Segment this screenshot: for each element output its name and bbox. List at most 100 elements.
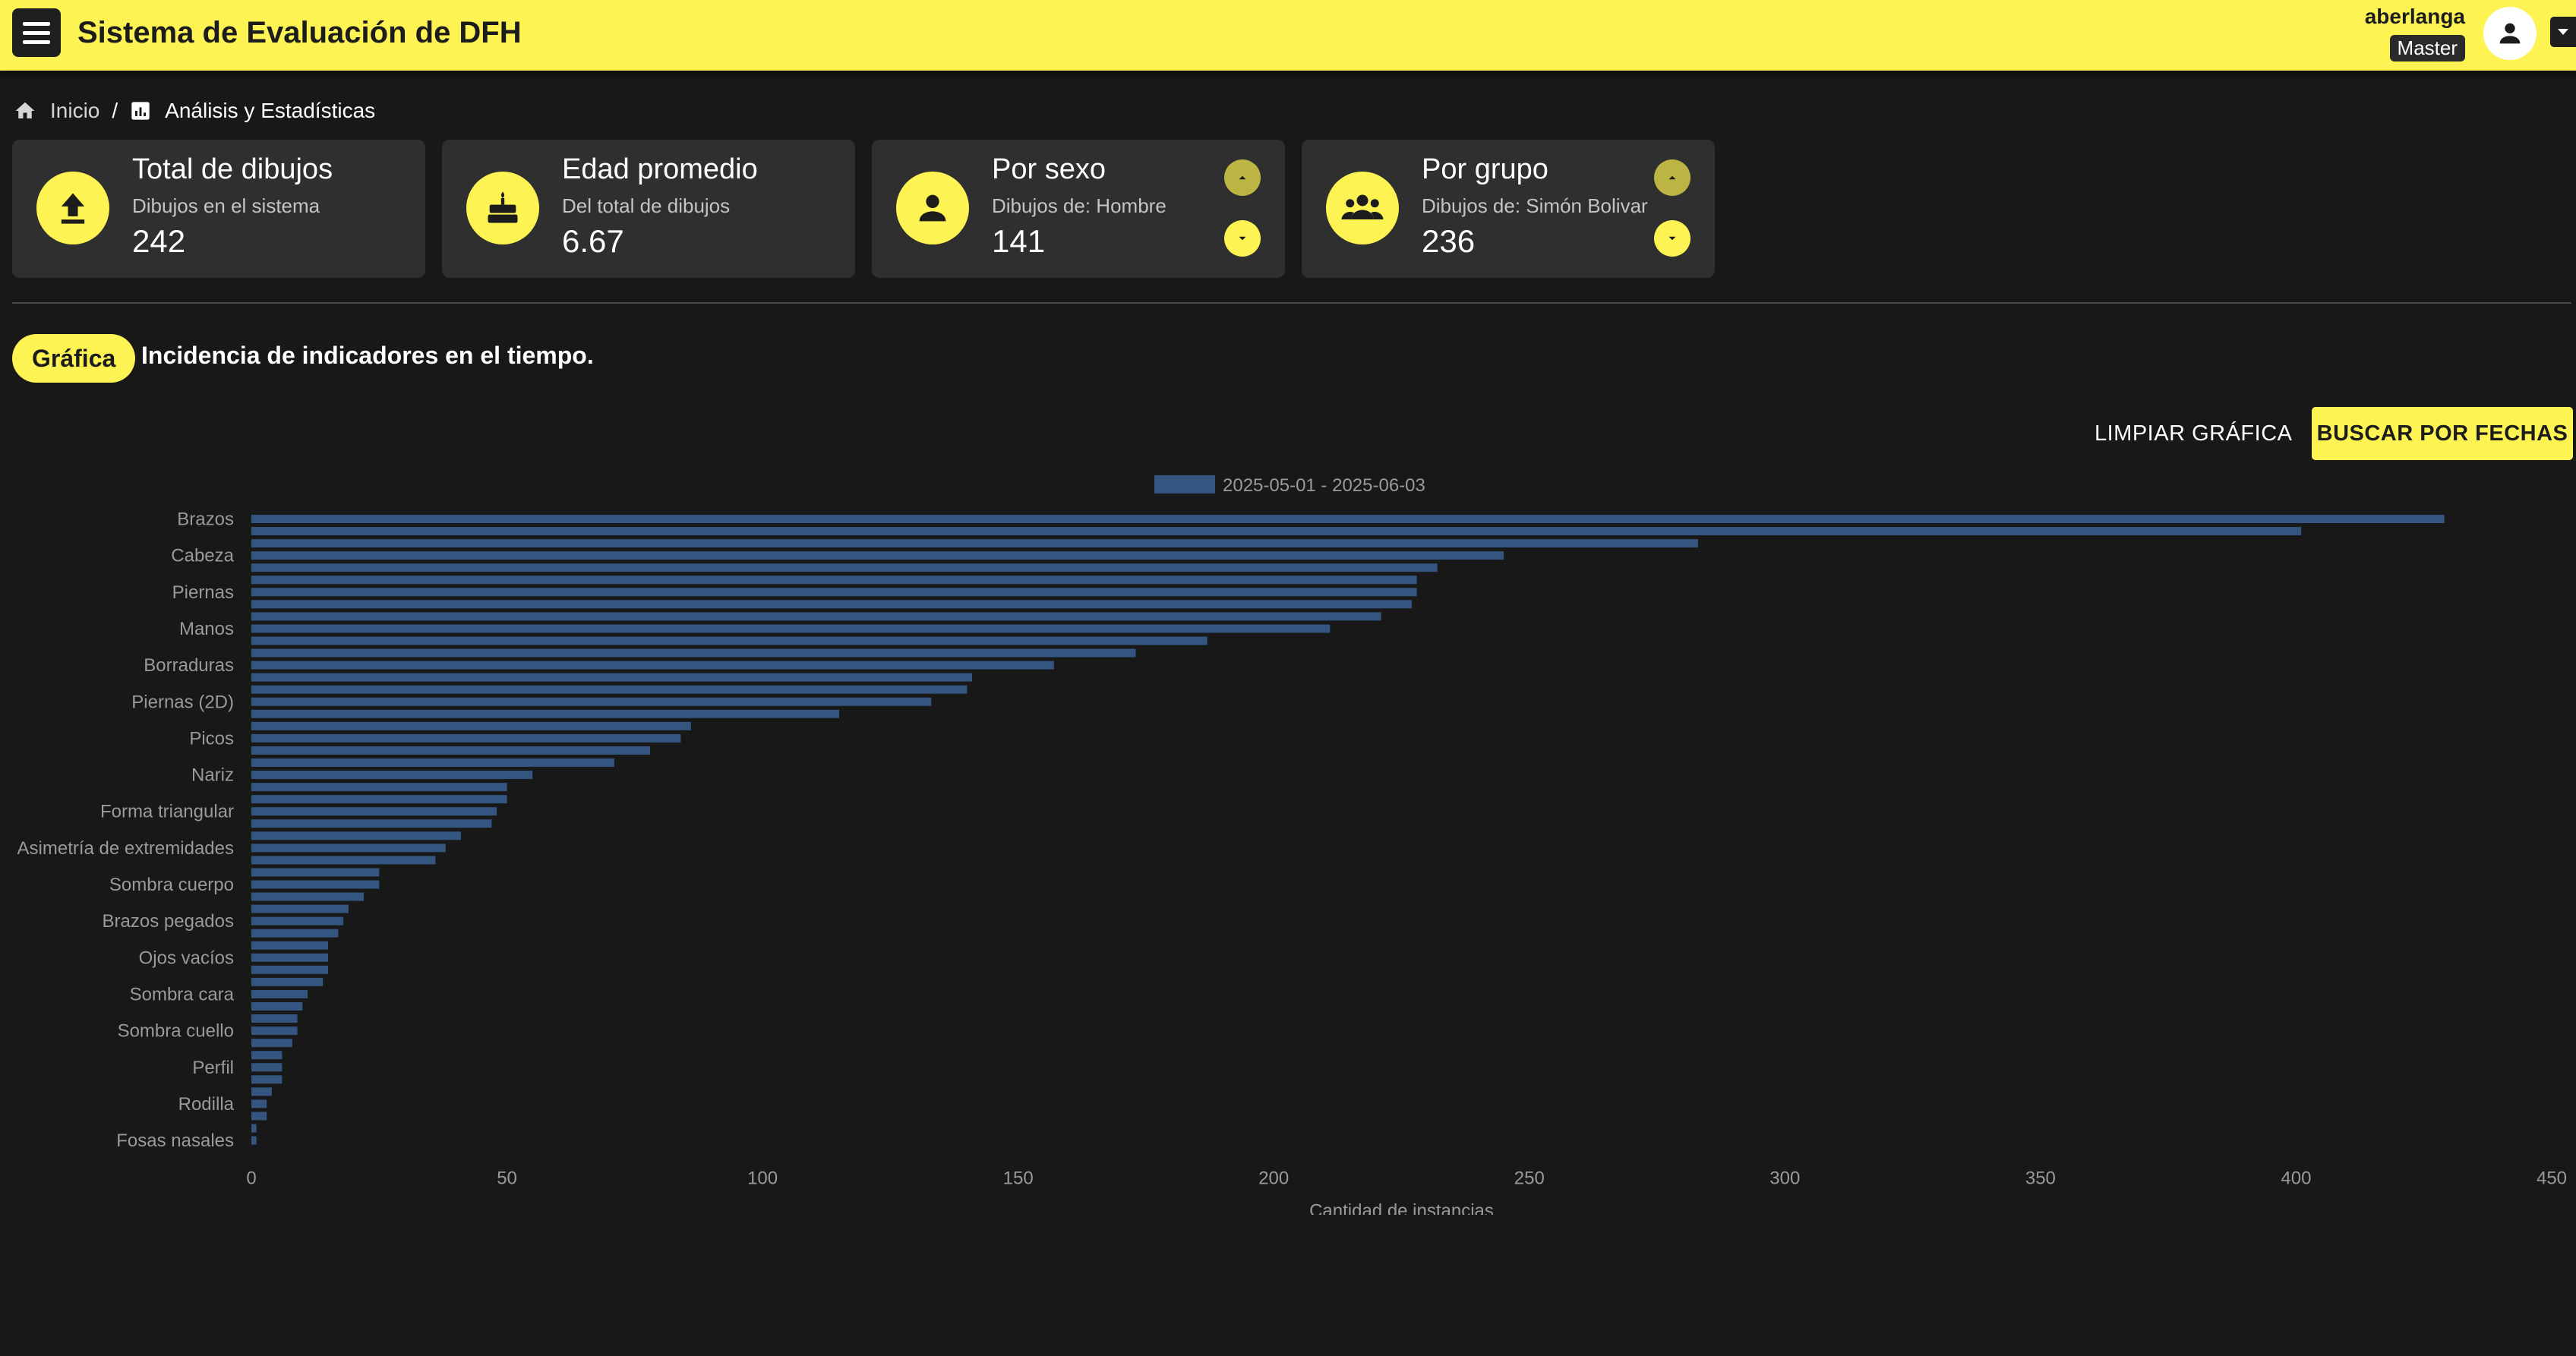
bar[interactable] <box>251 1039 292 1048</box>
bar[interactable] <box>251 1087 272 1096</box>
x-tick-label: 300 <box>1769 1168 1800 1189</box>
bar[interactable] <box>251 977 324 986</box>
bar[interactable] <box>251 624 1331 633</box>
bar[interactable] <box>251 758 614 767</box>
bar[interactable] <box>251 600 1412 609</box>
card-title: Total de dibujos <box>132 153 333 185</box>
card-subtitle: Del total de dibujos <box>562 194 731 217</box>
card-title: Edad promedio <box>562 153 758 185</box>
bar[interactable] <box>251 1112 267 1121</box>
x-tick-label: 400 <box>2281 1168 2311 1189</box>
account-menu-toggle[interactable] <box>2550 17 2576 47</box>
bar[interactable] <box>251 807 497 816</box>
bar[interactable] <box>251 795 507 804</box>
next-group-button[interactable] <box>1654 220 1690 257</box>
bar[interactable] <box>251 721 691 730</box>
bar[interactable] <box>251 953 328 962</box>
bar[interactable] <box>251 1124 257 1133</box>
bar[interactable] <box>251 746 651 755</box>
x-tick-label: 350 <box>2025 1168 2056 1189</box>
legend-swatch <box>1154 475 1215 494</box>
y-tick-label: Sombra cara <box>130 984 235 1004</box>
bar[interactable] <box>251 685 968 694</box>
card-title: Por sexo <box>992 153 1106 185</box>
y-tick-label: Cabeza <box>171 546 234 566</box>
bar[interactable] <box>251 709 840 718</box>
bar[interactable] <box>251 1051 283 1060</box>
bar[interactable] <box>251 989 308 998</box>
chevron-up-icon <box>1668 175 1676 180</box>
chart-chip: Gráfica <box>12 334 136 383</box>
x-axis-label: Cantidad de instancias <box>1309 1201 1494 1215</box>
bar[interactable] <box>251 844 446 853</box>
y-tick-label: Borraduras <box>144 655 234 676</box>
bar[interactable] <box>251 783 507 792</box>
bar[interactable] <box>251 904 349 913</box>
bar[interactable] <box>251 733 681 743</box>
bar[interactable] <box>251 1002 303 1011</box>
previous-sex-button[interactable] <box>1224 159 1261 196</box>
bar[interactable] <box>251 941 328 950</box>
user-name: aberlanga <box>2364 5 2465 28</box>
bar[interactable] <box>251 636 1208 645</box>
bar[interactable] <box>251 880 380 889</box>
next-sex-button[interactable] <box>1224 220 1261 257</box>
bar[interactable] <box>251 1014 298 1023</box>
bar[interactable] <box>251 563 1438 572</box>
bar[interactable] <box>251 831 461 840</box>
bar[interactable] <box>251 1075 283 1084</box>
chart-legend[interactable]: 2025-05-01 - 2025-06-03 <box>1154 475 1425 496</box>
bar[interactable] <box>251 965 328 974</box>
bar[interactable] <box>251 551 1504 560</box>
bar[interactable] <box>251 916 344 926</box>
app-title: Sistema de Evaluación de DFH <box>77 16 522 49</box>
bar-chart: 2025-05-01 - 2025-06-03 Brazos Cabeza Pier… <box>17 475 2567 1215</box>
card-value: 236 <box>1422 223 1476 259</box>
bar[interactable] <box>251 539 1698 548</box>
bar[interactable] <box>251 1136 257 1145</box>
bar[interactable] <box>251 648 1136 658</box>
bar[interactable] <box>251 515 2445 523</box>
chart-icon <box>131 102 150 120</box>
card-value: 242 <box>132 223 186 259</box>
breadcrumb-separator: / <box>112 99 118 122</box>
bar[interactable] <box>251 661 1054 670</box>
breadcrumb-home[interactable]: Inicio <box>14 99 99 123</box>
bar[interactable] <box>251 819 492 828</box>
legend-label: 2025-05-01 - 2025-06-03 <box>1223 475 1425 496</box>
bar[interactable] <box>251 1063 283 1072</box>
bar[interactable] <box>251 527 2302 536</box>
group-icon <box>1326 172 1399 244</box>
x-tick-label: 150 <box>1003 1168 1034 1189</box>
previous-group-button[interactable] <box>1654 159 1690 196</box>
search-by-dates-button[interactable]: BUSCAR POR FECHAS <box>2312 407 2573 460</box>
y-tick-label: Nariz <box>191 765 234 786</box>
breadcrumb-current-label: Análisis y Estadísticas <box>165 99 376 122</box>
bar[interactable] <box>251 856 436 865</box>
card-by-group: Por grupo Dibujos de: Simón Bolivar 236 <box>1302 140 1715 278</box>
chart-section-title: Incidencia de indicadores en el tiempo. <box>141 342 594 369</box>
bar[interactable] <box>251 697 932 706</box>
bar[interactable] <box>251 576 1417 585</box>
y-tick-label: Asimetría de extremidades <box>17 838 234 859</box>
x-tick-label: 250 <box>1514 1168 1545 1189</box>
bar[interactable] <box>251 1026 298 1036</box>
menu-icon[interactable] <box>12 8 61 57</box>
x-tick-label: 450 <box>2537 1168 2567 1189</box>
bar[interactable] <box>251 612 1381 621</box>
bar[interactable] <box>251 892 365 901</box>
bar[interactable] <box>251 771 533 780</box>
account-icon[interactable] <box>2483 7 2537 60</box>
bar[interactable] <box>251 1099 267 1108</box>
chevron-up-icon <box>1239 175 1246 180</box>
bar[interactable] <box>251 588 1417 597</box>
card-subtitle: Dibujos de: Hombre <box>992 194 1166 217</box>
bar[interactable] <box>251 868 380 877</box>
x-tick-label: 100 <box>747 1168 778 1189</box>
upload-icon <box>36 172 109 244</box>
y-tick-label: Perfil <box>192 1058 234 1078</box>
bar[interactable] <box>251 929 339 938</box>
clear-chart-button[interactable]: LIMPIAR GRÁFICA <box>2079 407 2308 460</box>
bar[interactable] <box>251 673 973 682</box>
chevron-down-icon <box>1239 236 1246 241</box>
